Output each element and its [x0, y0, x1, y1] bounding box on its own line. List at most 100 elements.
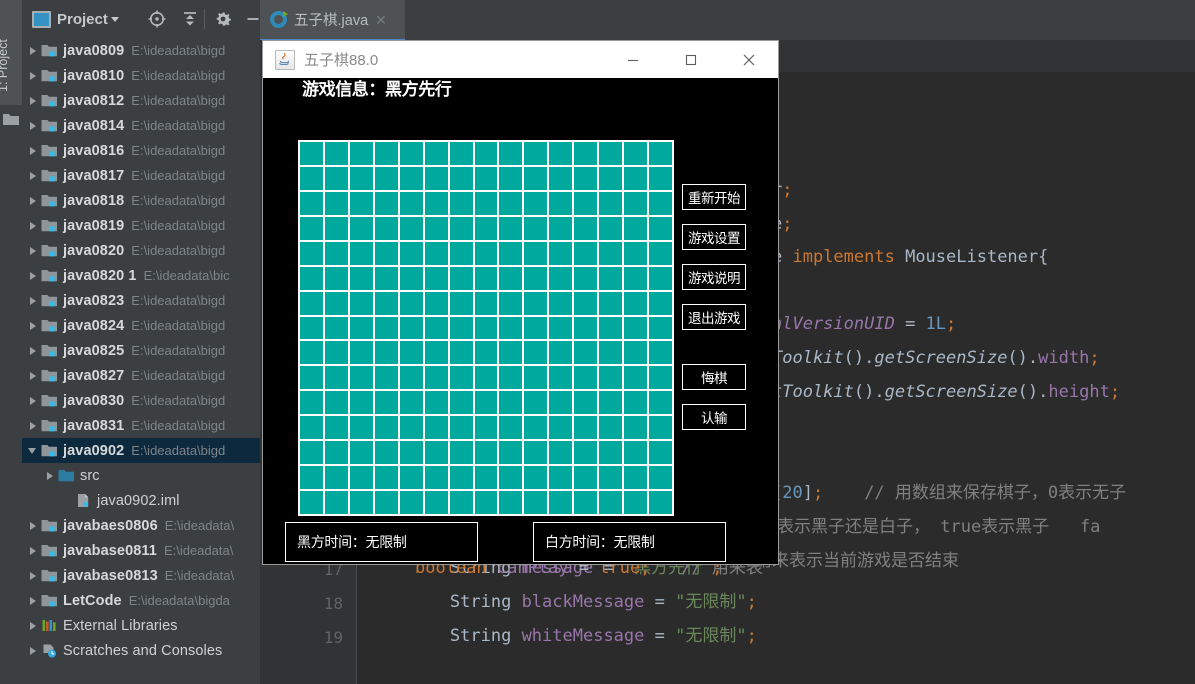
chevron-right-icon[interactable]: [26, 294, 39, 307]
chevron-right-icon[interactable]: [26, 269, 39, 282]
game-button-游戏说明[interactable]: 游戏说明: [682, 264, 746, 290]
scroll-from-source-button[interactable]: [147, 0, 167, 38]
board-cell[interactable]: [524, 266, 548, 290]
chevron-right-icon[interactable]: [26, 619, 39, 632]
board-cell[interactable]: [624, 191, 648, 215]
board-cell[interactable]: [524, 416, 548, 440]
tree-item-java0820-1[interactable]: java0820 1 E:\ideadata\bic: [22, 263, 260, 288]
board-cell[interactable]: [574, 191, 598, 215]
chevron-right-icon[interactable]: [26, 94, 39, 107]
editor-tab-wuziqi-java[interactable]: 五子棋.java ✕: [260, 0, 405, 41]
board-cell[interactable]: [499, 291, 523, 315]
board-cell[interactable]: [449, 341, 473, 365]
board-cell[interactable]: [649, 391, 672, 415]
board-cell[interactable]: [549, 142, 573, 165]
board-cell[interactable]: [399, 291, 423, 315]
board-cell[interactable]: [324, 441, 348, 465]
board-cell[interactable]: [349, 466, 373, 490]
game-button-游戏设置[interactable]: 游戏设置: [682, 224, 746, 250]
board-cell[interactable]: [649, 466, 672, 490]
board-cell[interactable]: [599, 366, 623, 390]
game-button-重新开始[interactable]: 重新开始: [682, 184, 746, 210]
board-cell[interactable]: [474, 241, 498, 265]
board-cell[interactable]: [549, 216, 573, 240]
board-cell[interactable]: [599, 391, 623, 415]
board-cell[interactable]: [449, 441, 473, 465]
chevron-right-icon[interactable]: [26, 169, 39, 182]
board-cell[interactable]: [649, 291, 672, 315]
board-cell[interactable]: [474, 266, 498, 290]
board-cell[interactable]: [599, 341, 623, 365]
game-button-悔棋[interactable]: 悔棋: [682, 364, 746, 390]
board-cell[interactable]: [574, 216, 598, 240]
project-tree[interactable]: java0809 E:\ideadata\bigd java0810 E:\idead…: [22, 38, 260, 684]
close-icon[interactable]: ✕: [375, 13, 387, 27]
chevron-right-icon[interactable]: [26, 69, 39, 82]
tree-item-java0814[interactable]: java0814 E:\ideadata\bigd: [22, 113, 260, 138]
board-cell[interactable]: [324, 191, 348, 215]
board-cell[interactable]: [449, 416, 473, 440]
board-cell[interactable]: [574, 166, 598, 190]
board-cell[interactable]: [449, 491, 473, 514]
board-cell[interactable]: [524, 391, 548, 415]
board-cell[interactable]: [549, 241, 573, 265]
chevron-right-icon[interactable]: [26, 569, 39, 582]
tree-item-java0823[interactable]: java0823 E:\ideadata\bigd: [22, 288, 260, 313]
board-cell[interactable]: [474, 316, 498, 340]
board-cell[interactable]: [624, 266, 648, 290]
board-cell[interactable]: [474, 366, 498, 390]
chevron-right-icon[interactable]: [26, 244, 39, 257]
board-cell[interactable]: [374, 216, 398, 240]
board-cell[interactable]: [300, 491, 323, 514]
board-cell[interactable]: [324, 366, 348, 390]
board-cell[interactable]: [374, 466, 398, 490]
chevron-right-icon[interactable]: [26, 219, 39, 232]
board-cell[interactable]: [449, 191, 473, 215]
board-cell[interactable]: [349, 416, 373, 440]
board-cell[interactable]: [524, 366, 548, 390]
chevron-right-icon[interactable]: [26, 194, 39, 207]
board-cell[interactable]: [574, 316, 598, 340]
board-cell[interactable]: [624, 241, 648, 265]
board-cell[interactable]: [599, 416, 623, 440]
tree-item-scratches-and-consoles[interactable]: Scratches and Consoles: [22, 638, 260, 663]
board-cell[interactable]: [474, 441, 498, 465]
chevron-right-icon[interactable]: [26, 319, 39, 332]
board-cell[interactable]: [349, 366, 373, 390]
board-cell[interactable]: [649, 191, 672, 215]
board-cell[interactable]: [449, 466, 473, 490]
tree-item-java0817[interactable]: java0817 E:\ideadata\bigd: [22, 163, 260, 188]
chevron-right-icon[interactable]: [26, 344, 39, 357]
board-cell[interactable]: [300, 191, 323, 215]
board-cell[interactable]: [574, 441, 598, 465]
board-cell[interactable]: [499, 391, 523, 415]
board-cell[interactable]: [324, 291, 348, 315]
board-cell[interactable]: [549, 391, 573, 415]
board-cell[interactable]: [599, 241, 623, 265]
tree-item-external-libraries[interactable]: External Libraries: [22, 613, 260, 638]
board-cell[interactable]: [374, 241, 398, 265]
board-cell[interactable]: [474, 166, 498, 190]
collapse-all-button[interactable]: [180, 0, 200, 38]
board-cell[interactable]: [499, 466, 523, 490]
gomoku-game-window[interactable]: 五子棋88.0 游戏信息：黑方先行 重新开始 游戏设置 游戏说明 退出游戏 悔棋 认输 黑…: [263, 41, 778, 564]
board-cell[interactable]: [374, 366, 398, 390]
board-cell[interactable]: [424, 291, 448, 315]
chevron-right-icon[interactable]: [26, 44, 39, 57]
board-cell[interactable]: [399, 466, 423, 490]
chevron-right-icon[interactable]: [26, 644, 39, 657]
board-cell[interactable]: [374, 441, 398, 465]
board-cell[interactable]: [399, 241, 423, 265]
chevron-right-icon[interactable]: [26, 544, 39, 557]
tree-item-java0812[interactable]: java0812 E:\ideadata\bigd: [22, 88, 260, 113]
board-cell[interactable]: [624, 316, 648, 340]
board-cell[interactable]: [349, 142, 373, 165]
board-cell[interactable]: [399, 441, 423, 465]
board-cell[interactable]: [624, 166, 648, 190]
board-cell[interactable]: [424, 191, 448, 215]
chevron-right-icon[interactable]: [26, 394, 39, 407]
board-cell[interactable]: [374, 291, 398, 315]
board-cell[interactable]: [549, 441, 573, 465]
game-button-认输[interactable]: 认输: [682, 404, 746, 430]
board-cell[interactable]: [349, 216, 373, 240]
